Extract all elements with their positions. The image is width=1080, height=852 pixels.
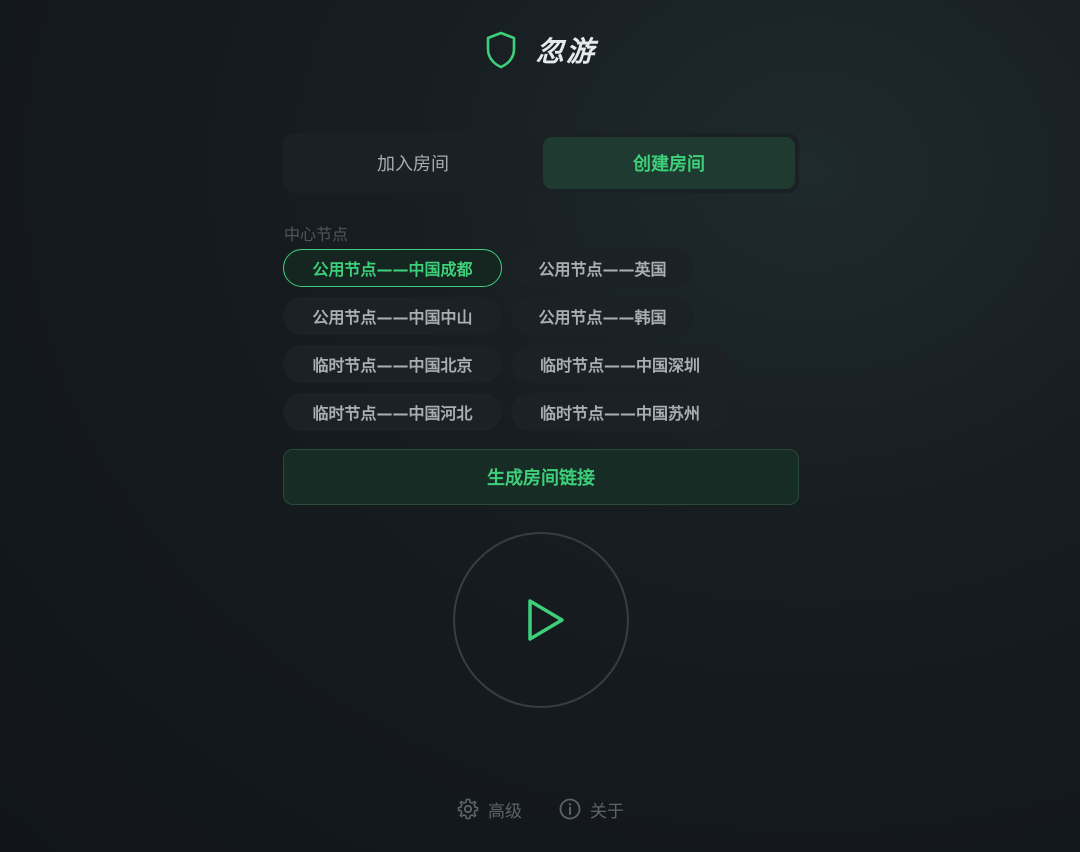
app-header: 忽游 — [0, 28, 1080, 72]
tab-join-room[interactable]: 加入房间 — [287, 137, 539, 189]
about-button[interactable]: 关于 — [558, 797, 624, 822]
node-chip-suzhou[interactable]: 临时节点——中国苏州 — [511, 393, 729, 431]
node-chip-shenzhen[interactable]: 临时节点——中国深圳 — [511, 345, 729, 383]
shield-icon — [486, 31, 516, 69]
advanced-button[interactable]: 高级 — [456, 797, 522, 822]
node-chip-hebei[interactable]: 临时节点——中国河北 — [283, 393, 502, 431]
node-chip-chengdu[interactable]: 公用节点——中国成都 — [283, 249, 502, 287]
app-window: 忽游 加入房间 创建房间 中心节点 公用节点——中国成都 公用节点——英国 公用… — [0, 0, 1080, 852]
room-mode-tabs: 加入房间 创建房间 — [283, 133, 799, 193]
generate-room-link-button[interactable]: 生成房间链接 — [283, 449, 799, 505]
info-icon — [559, 798, 581, 820]
node-chip-beijing[interactable]: 临时节点——中国北京 — [283, 345, 502, 383]
node-chip-korea[interactable]: 公用节点——韩国 — [511, 297, 694, 335]
footer: 高级 关于 — [0, 792, 1080, 826]
node-chip-uk[interactable]: 公用节点——英国 — [511, 249, 694, 287]
play-icon — [528, 599, 564, 641]
app-title: 忽游 — [535, 35, 596, 68]
node-section-label: 中心节点 — [284, 225, 349, 244]
tab-create-room[interactable]: 创建房间 — [543, 137, 795, 189]
play-button[interactable] — [453, 532, 629, 708]
node-chip-zhongshan[interactable]: 公用节点——中国中山 — [283, 297, 502, 335]
advanced-label: 高级 — [488, 801, 522, 822]
gear-icon — [457, 798, 479, 820]
about-label: 关于 — [590, 801, 624, 822]
